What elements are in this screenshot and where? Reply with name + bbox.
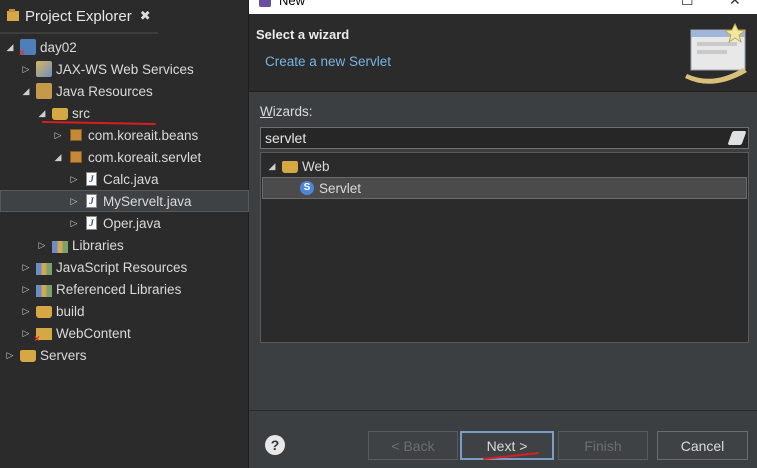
folder-icon [36,306,52,318]
wizards-label-mnemonic: W [260,104,273,119]
referenced-libraries-icon [36,284,52,297]
source-folder-icon [52,108,68,120]
package-icon [70,151,82,163]
collapsed-arrow-icon[interactable]: ▷ [36,240,48,251]
dialog-title: New [279,0,306,8]
filter-value: servlet [265,130,307,146]
project-explorer-icon [6,9,20,23]
java-file-icon: J [86,172,97,186]
tree-item-libraries[interactable]: ▷ Libraries [0,234,249,256]
tree-item-label: Referenced Libraries [56,281,182,297]
dialog-header: Select a wizard Create a new Servlet [249,14,757,92]
wizard-tree-item-servlet[interactable]: S Servlet [262,177,747,199]
js-resources-icon [36,262,52,275]
expanded-arrow-icon[interactable]: ◢ [20,86,32,97]
tree-item-label: MyServelt.java [103,193,192,209]
collapsed-arrow-icon[interactable]: ▷ [20,328,32,339]
back-button[interactable]: < Back [368,431,458,460]
tree-item-label: WebContent [56,325,131,341]
tree-item-servers[interactable]: ▷ Servers [0,344,249,366]
project-explorer: Project Explorer ✖ ◢ day02 ▷ JAX-WS Web … [0,0,249,468]
collapsed-arrow-icon[interactable]: ▷ [20,262,32,273]
cancel-button[interactable]: Cancel [657,431,748,460]
tree-item-label: JAX-WS Web Services [56,61,194,77]
collapsed-arrow-icon[interactable]: ▷ [52,130,64,141]
expanded-arrow-icon[interactable]: ◢ [36,108,48,119]
folder-open-icon [282,161,298,173]
package-icon [70,129,82,141]
tree-item-label: Servers [40,347,87,363]
dialog-titlebar[interactable]: New ☐ ✕ [249,0,757,14]
web-services-icon [36,61,52,77]
expanded-arrow-icon[interactable]: ◢ [4,42,16,53]
project-explorer-tab-label: Project Explorer [25,7,132,25]
tree-item-day02[interactable]: ◢ day02 [0,36,249,59]
tree-item-label: day02 [40,39,77,55]
header-title: Select a wizard [256,27,350,42]
help-icon[interactable]: ? [265,435,285,455]
clear-filter-icon[interactable] [727,131,747,145]
project-explorer-tab[interactable]: Project Explorer ✖ [0,0,158,34]
tree-item-calc-java[interactable]: ▷ J Calc.java [0,168,249,190]
new-wizard-dialog: New ☐ ✕ Select a wizard Create a new Ser… [249,0,757,468]
expanded-arrow-icon[interactable]: ◢ [266,161,278,172]
tree-item-label: Oper.java [103,215,161,231]
wizards-label-text: izards: [272,104,313,119]
collapsed-arrow-icon[interactable]: ▷ [20,64,32,75]
tree-item-label: Calc.java [103,171,159,187]
collapsed-arrow-icon[interactable]: ▷ [68,218,80,229]
app-icon [259,0,271,7]
tree-item-label: com.koreait.beans [88,127,199,143]
wizard-banner-icon [685,22,747,84]
tree-item-javascript-resources[interactable]: ▷ JavaScript Resources [0,256,249,278]
wizard-tree-item-web[interactable]: ◢ Web [262,155,747,177]
libraries-icon [52,240,68,253]
screen: Project Explorer ✖ ◢ day02 ▷ JAX-WS Web … [0,0,757,468]
collapsed-arrow-icon[interactable]: ▷ [20,284,32,295]
dialog-button-bar: ? < Back Next > Finish Cancel [249,410,757,468]
wizards-label: Wizards: [260,104,313,119]
tree-item-jax-ws[interactable]: ▷ JAX-WS Web Services [0,58,249,80]
tree-item-referenced-libraries[interactable]: ▷ Referenced Libraries [0,278,249,300]
tree-item-label: Java Resources [56,83,153,99]
maximize-icon[interactable]: ☐ [681,0,694,9]
wizard-filter-input[interactable]: servlet [260,127,749,149]
collapsed-arrow-icon[interactable]: ▷ [68,174,80,185]
web-content-icon [34,328,52,345]
collapsed-arrow-icon[interactable]: ▷ [68,196,80,207]
project-error-icon [19,39,36,59]
tree-item-oper-java[interactable]: ▷ J Oper.java [0,212,249,234]
java-resources-icon [36,83,52,99]
tree-item-src[interactable]: ◢ src [0,102,249,124]
tree-item-label: JavaScript Resources [56,259,188,275]
tree-item-label: Web [302,158,330,174]
collapsed-arrow-icon[interactable]: ▷ [4,350,16,361]
tree-item-myservelt-java[interactable]: ▷ J MyServelt.java [0,190,249,212]
java-file-icon: J [86,194,97,208]
tree-item-java-resources[interactable]: ◢ Java Resources [0,80,249,102]
tree-item-label: build [56,303,85,319]
folder-icon [20,350,36,362]
finish-button[interactable]: Finish [558,431,648,460]
tree-item-package-servlet[interactable]: ◢ com.koreait.servlet [0,146,249,168]
tree-item-label: com.koreait.servlet [88,149,202,165]
tree-item-package-beans[interactable]: ▷ com.koreait.beans [0,124,249,146]
close-icon[interactable]: ✖ [140,8,151,24]
servlet-icon: S [300,181,314,195]
collapsed-arrow-icon[interactable]: ▷ [20,306,32,317]
tree-item-label: src [72,105,90,121]
close-icon[interactable]: ✕ [729,0,741,9]
header-subtitle: Create a new Servlet [265,54,392,69]
tree-item-label: Libraries [72,237,124,253]
expanded-arrow-icon[interactable]: ◢ [52,152,64,163]
java-file-icon: J [86,216,97,230]
tree-item-label: Servlet [319,180,362,196]
tree-item-build[interactable]: ▷ build [0,300,249,322]
wizard-tree[interactable]: ◢ Web S Servlet [260,152,749,343]
tree-item-webcontent[interactable]: ▷ WebContent [0,322,249,346]
